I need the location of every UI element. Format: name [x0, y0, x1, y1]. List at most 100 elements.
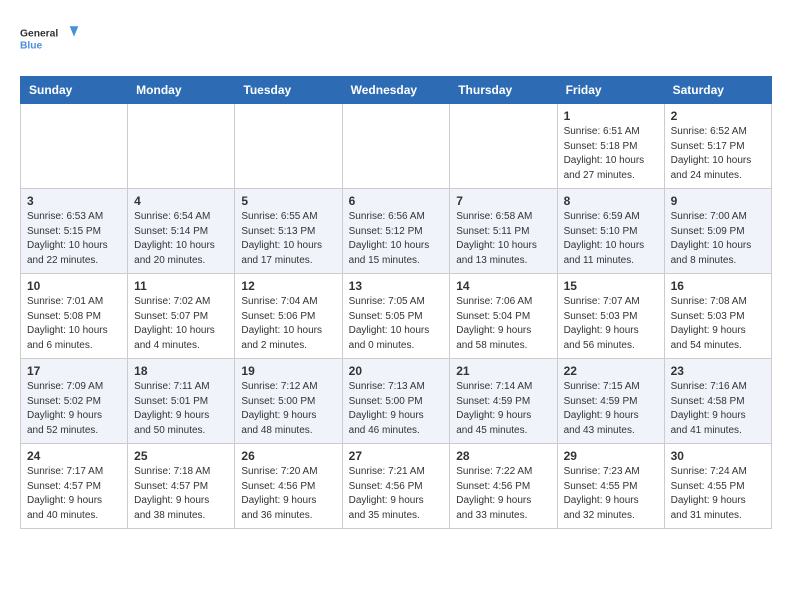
- calendar-cell: 14 Sunrise: 7:06 AM Sunset: 5:04 PM Dayli…: [450, 274, 557, 359]
- day-info: Sunrise: 7:02 AM Sunset: 5:07 PM Dayligh…: [134, 295, 228, 353]
- calendar-cell: 2 Sunrise: 6:52 AM Sunset: 5:17 PM Daylig…: [664, 104, 771, 189]
- calendar-cell: 24Sunrise: 7:17 AM Sunset: 4:57 PM Dayli…: [21, 444, 128, 529]
- day-number: 13: [349, 279, 444, 293]
- day-number: 16: [671, 279, 765, 293]
- day-info: Sunrise: 7:24 AM Sunset: 4:55 PM Dayligh…: [671, 465, 765, 523]
- svg-text:Blue: Blue: [20, 41, 43, 52]
- calendar-cell: 10 Sunrise: 7:01 AM Sunset: 5:08 PM Dayli…: [21, 274, 128, 359]
- calendar-cell: [235, 104, 342, 189]
- calendar-cell: [450, 104, 557, 189]
- day-number: 28: [456, 449, 550, 463]
- day-number: 2: [671, 109, 765, 123]
- day-info: Sunrise: 6:59 AM Sunset: 5:10 PM Dayligh…: [564, 210, 658, 268]
- day-number: 9: [671, 194, 765, 208]
- calendar-cell: 16 Sunrise: 7:08 AM Sunset: 5:03 PM Dayli…: [664, 274, 771, 359]
- calendar-cell: 4 Sunrise: 6:54 AM Sunset: 5:14 PM Daylig…: [128, 189, 235, 274]
- day-info: Sunrise: 6:51 AM Sunset: 5:18 PM Dayligh…: [564, 125, 658, 183]
- day-info: Sunrise: 6:52 AM Sunset: 5:17 PM Dayligh…: [671, 125, 765, 183]
- day-number: 17: [27, 364, 121, 378]
- day-info: Sunrise: 7:09 AM Sunset: 5:02 PM Dayligh…: [27, 380, 121, 438]
- day-number: 14: [456, 279, 550, 293]
- day-number: 7: [456, 194, 550, 208]
- calendar-cell: 7 Sunrise: 6:58 AM Sunset: 5:11 PM Daylig…: [450, 189, 557, 274]
- day-header-thursday: Thursday: [450, 77, 557, 104]
- calendar-cell: 1 Sunrise: 6:51 AM Sunset: 5:18 PM Daylig…: [557, 104, 664, 189]
- day-info: Sunrise: 7:16 AM Sunset: 4:58 PM Dayligh…: [671, 380, 765, 438]
- day-info: Sunrise: 6:58 AM Sunset: 5:11 PM Dayligh…: [456, 210, 550, 268]
- day-header-saturday: Saturday: [664, 77, 771, 104]
- day-number: 18: [134, 364, 228, 378]
- calendar-cell: 23 Sunrise: 7:16 AM Sunset: 4:58 PM Dayli…: [664, 359, 771, 444]
- calendar-cell: 18 Sunrise: 7:11 AM Sunset: 5:01 PM Dayli…: [128, 359, 235, 444]
- day-info: Sunrise: 7:13 AM Sunset: 5:00 PM Dayligh…: [349, 380, 444, 438]
- day-number: 21: [456, 364, 550, 378]
- day-header-wednesday: Wednesday: [342, 77, 450, 104]
- day-number: 11: [134, 279, 228, 293]
- calendar-week-2: 3 Sunrise: 6:53 AM Sunset: 5:15 PM Daylig…: [21, 189, 772, 274]
- day-number: 20: [349, 364, 444, 378]
- day-header-tuesday: Tuesday: [235, 77, 342, 104]
- calendar-week-3: 10 Sunrise: 7:01 AM Sunset: 5:08 PM Dayli…: [21, 274, 772, 359]
- day-number: 5: [241, 194, 335, 208]
- calendar-cell: 20 Sunrise: 7:13 AM Sunset: 5:00 PM Dayli…: [342, 359, 450, 444]
- day-number: 10: [27, 279, 121, 293]
- calendar-cell: 8 Sunrise: 6:59 AM Sunset: 5:10 PM Daylig…: [557, 189, 664, 274]
- calendar-cell: 3 Sunrise: 6:53 AM Sunset: 5:15 PM Daylig…: [21, 189, 128, 274]
- day-info: Sunrise: 7:17 AM Sunset: 4:57 PM Dayligh…: [27, 465, 121, 523]
- day-info: Sunrise: 7:01 AM Sunset: 5:08 PM Dayligh…: [27, 295, 121, 353]
- day-number: 22: [564, 364, 658, 378]
- day-number: 8: [564, 194, 658, 208]
- day-number: 19: [241, 364, 335, 378]
- calendar-cell: 28Sunrise: 7:22 AM Sunset: 4:56 PM Dayli…: [450, 444, 557, 529]
- calendar-week-5: 24Sunrise: 7:17 AM Sunset: 4:57 PM Dayli…: [21, 444, 772, 529]
- day-info: Sunrise: 7:00 AM Sunset: 5:09 PM Dayligh…: [671, 210, 765, 268]
- day-number: 6: [349, 194, 444, 208]
- calendar-cell: 19 Sunrise: 7:12 AM Sunset: 5:00 PM Dayli…: [235, 359, 342, 444]
- calendar-cell: 22 Sunrise: 7:15 AM Sunset: 4:59 PM Dayli…: [557, 359, 664, 444]
- day-number: 4: [134, 194, 228, 208]
- calendar-week-1: 1 Sunrise: 6:51 AM Sunset: 5:18 PM Daylig…: [21, 104, 772, 189]
- day-info: Sunrise: 7:14 AM Sunset: 4:59 PM Dayligh…: [456, 380, 550, 438]
- day-info: Sunrise: 6:55 AM Sunset: 5:13 PM Dayligh…: [241, 210, 335, 268]
- day-info: Sunrise: 7:11 AM Sunset: 5:01 PM Dayligh…: [134, 380, 228, 438]
- day-number: 3: [27, 194, 121, 208]
- day-header-friday: Friday: [557, 77, 664, 104]
- day-number: 30: [671, 449, 765, 463]
- calendar-cell: [128, 104, 235, 189]
- day-info: Sunrise: 7:04 AM Sunset: 5:06 PM Dayligh…: [241, 295, 335, 353]
- day-info: Sunrise: 7:08 AM Sunset: 5:03 PM Dayligh…: [671, 295, 765, 353]
- calendar-cell: [21, 104, 128, 189]
- day-header-monday: Monday: [128, 77, 235, 104]
- day-number: 27: [349, 449, 444, 463]
- day-info: Sunrise: 7:23 AM Sunset: 4:55 PM Dayligh…: [564, 465, 658, 523]
- calendar-cell: 17 Sunrise: 7:09 AM Sunset: 5:02 PM Dayli…: [21, 359, 128, 444]
- calendar-cell: 15Sunrise: 7:07 AM Sunset: 5:03 PM Dayli…: [557, 274, 664, 359]
- page-header: General Blue: [20, 20, 772, 60]
- calendar-cell: 25Sunrise: 7:18 AM Sunset: 4:57 PM Dayli…: [128, 444, 235, 529]
- day-info: Sunrise: 7:12 AM Sunset: 5:00 PM Dayligh…: [241, 380, 335, 438]
- day-number: 12: [241, 279, 335, 293]
- calendar-cell: [342, 104, 450, 189]
- day-info: Sunrise: 7:18 AM Sunset: 4:57 PM Dayligh…: [134, 465, 228, 523]
- svg-text:General: General: [20, 29, 58, 40]
- calendar-cell: 13Sunrise: 7:05 AM Sunset: 5:05 PM Dayli…: [342, 274, 450, 359]
- calendar-cell: 27 Sunrise: 7:21 AM Sunset: 4:56 PM Dayli…: [342, 444, 450, 529]
- day-info: Sunrise: 7:20 AM Sunset: 4:56 PM Dayligh…: [241, 465, 335, 523]
- day-info: Sunrise: 6:53 AM Sunset: 5:15 PM Dayligh…: [27, 210, 121, 268]
- day-number: 15: [564, 279, 658, 293]
- day-info: Sunrise: 7:21 AM Sunset: 4:56 PM Dayligh…: [349, 465, 444, 523]
- day-number: 23: [671, 364, 765, 378]
- day-info: Sunrise: 6:54 AM Sunset: 5:14 PM Dayligh…: [134, 210, 228, 268]
- calendar-cell: 21 Sunrise: 7:14 AM Sunset: 4:59 PM Dayli…: [450, 359, 557, 444]
- day-number: 26: [241, 449, 335, 463]
- day-number: 1: [564, 109, 658, 123]
- calendar-table: SundayMondayTuesdayWednesdayThursdayFrid…: [20, 76, 772, 529]
- calendar-cell: 5 Sunrise: 6:55 AM Sunset: 5:13 PM Daylig…: [235, 189, 342, 274]
- day-info: Sunrise: 6:56 AM Sunset: 5:12 PM Dayligh…: [349, 210, 444, 268]
- calendar-cell: 29Sunrise: 7:23 AM Sunset: 4:55 PM Dayli…: [557, 444, 664, 529]
- day-info: Sunrise: 7:06 AM Sunset: 5:04 PM Dayligh…: [456, 295, 550, 353]
- calendar-header-row: SundayMondayTuesdayWednesdayThursdayFrid…: [21, 77, 772, 104]
- calendar-week-4: 17 Sunrise: 7:09 AM Sunset: 5:02 PM Dayli…: [21, 359, 772, 444]
- day-info: Sunrise: 7:15 AM Sunset: 4:59 PM Dayligh…: [564, 380, 658, 438]
- calendar-cell: 26 Sunrise: 7:20 AM Sunset: 4:56 PM Dayli…: [235, 444, 342, 529]
